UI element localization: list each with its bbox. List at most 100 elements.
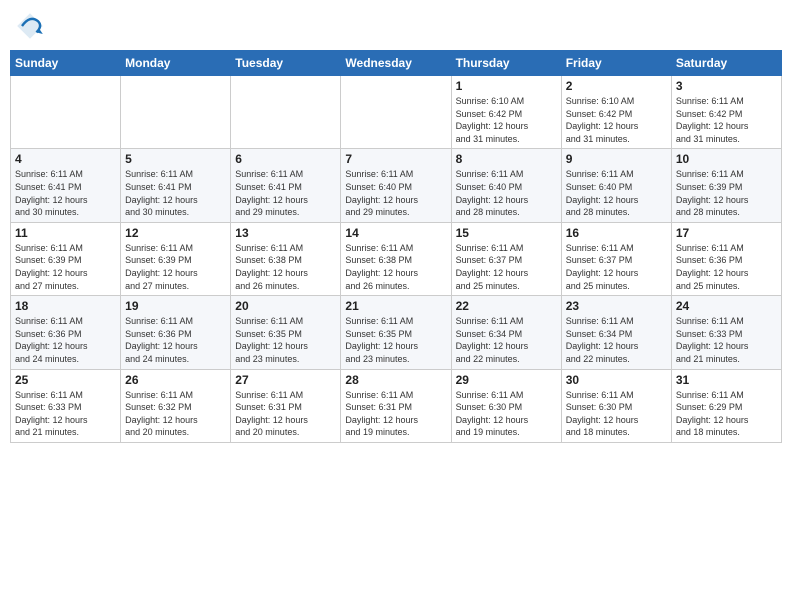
day-info: Sunrise: 6:11 AM Sunset: 6:34 PM Dayligh… [456, 315, 557, 365]
day-number: 4 [15, 152, 116, 166]
calendar-cell: 18 Sunrise: 6:11 AM Sunset: 6:36 PM Dayli… [11, 296, 121, 369]
day-number: 25 [15, 373, 116, 387]
calendar-cell [121, 76, 231, 149]
day-info: Sunrise: 6:11 AM Sunset: 6:40 PM Dayligh… [345, 168, 446, 218]
day-info: Sunrise: 6:11 AM Sunset: 6:41 PM Dayligh… [235, 168, 336, 218]
calendar-header-row: SundayMondayTuesdayWednesdayThursdayFrid… [11, 51, 782, 76]
day-number: 22 [456, 299, 557, 313]
weekday-header: Sunday [11, 51, 121, 76]
day-info: Sunrise: 6:11 AM Sunset: 6:41 PM Dayligh… [15, 168, 116, 218]
calendar-cell: 30Sunrise: 6:11 AM Sunset: 6:30 PM Dayli… [561, 369, 671, 442]
calendar-cell: 10 Sunrise: 6:11 AM Sunset: 6:39 PM Dayli… [671, 149, 781, 222]
calendar-cell: 7 Sunrise: 6:11 AM Sunset: 6:40 PM Daylig… [341, 149, 451, 222]
day-info: Sunrise: 6:11 AM Sunset: 6:37 PM Dayligh… [456, 242, 557, 292]
day-number: 17 [676, 226, 777, 240]
calendar-cell: 8 Sunrise: 6:11 AM Sunset: 6:40 PM Daylig… [451, 149, 561, 222]
day-number: 26 [125, 373, 226, 387]
day-info: Sunrise: 6:11 AM Sunset: 6:31 PM Dayligh… [345, 389, 446, 439]
day-info: Sunrise: 6:11 AM Sunset: 6:33 PM Dayligh… [15, 389, 116, 439]
day-info: Sunrise: 6:11 AM Sunset: 6:29 PM Dayligh… [676, 389, 777, 439]
day-info: Sunrise: 6:11 AM Sunset: 6:34 PM Dayligh… [566, 315, 667, 365]
calendar-cell [11, 76, 121, 149]
calendar-week-row: 25 Sunrise: 6:11 AM Sunset: 6:33 PM Dayli… [11, 369, 782, 442]
day-info: Sunrise: 6:11 AM Sunset: 6:41 PM Dayligh… [125, 168, 226, 218]
day-info: Sunrise: 6:11 AM Sunset: 6:36 PM Dayligh… [15, 315, 116, 365]
day-info: Sunrise: 6:11 AM Sunset: 6:40 PM Dayligh… [566, 168, 667, 218]
calendar-cell: 2 Sunrise: 6:10 AM Sunset: 6:42 PM Daylig… [561, 76, 671, 149]
day-number: 16 [566, 226, 667, 240]
logo [14, 10, 50, 42]
logo-icon [14, 10, 46, 42]
day-info: Sunrise: 6:11 AM Sunset: 6:42 PM Dayligh… [676, 95, 777, 145]
page-header [10, 10, 782, 42]
calendar-cell: 28Sunrise: 6:11 AM Sunset: 6:31 PM Dayli… [341, 369, 451, 442]
calendar-cell: 26 Sunrise: 6:11 AM Sunset: 6:32 PM Dayli… [121, 369, 231, 442]
day-number: 15 [456, 226, 557, 240]
day-number: 24 [676, 299, 777, 313]
calendar-cell: 23 Sunrise: 6:11 AM Sunset: 6:34 PM Dayli… [561, 296, 671, 369]
day-number: 8 [456, 152, 557, 166]
day-number: 19 [125, 299, 226, 313]
calendar-cell: 6 Sunrise: 6:11 AM Sunset: 6:41 PM Daylig… [231, 149, 341, 222]
calendar-cell [341, 76, 451, 149]
day-number: 7 [345, 152, 446, 166]
calendar-cell: 3 Sunrise: 6:11 AM Sunset: 6:42 PM Daylig… [671, 76, 781, 149]
day-info: Sunrise: 6:11 AM Sunset: 6:36 PM Dayligh… [125, 315, 226, 365]
day-number: 14 [345, 226, 446, 240]
day-info: Sunrise: 6:11 AM Sunset: 6:31 PM Dayligh… [235, 389, 336, 439]
calendar-cell: 29Sunrise: 6:11 AM Sunset: 6:30 PM Dayli… [451, 369, 561, 442]
calendar-cell: 25 Sunrise: 6:11 AM Sunset: 6:33 PM Dayli… [11, 369, 121, 442]
day-info: Sunrise: 6:11 AM Sunset: 6:35 PM Dayligh… [235, 315, 336, 365]
day-info: Sunrise: 6:11 AM Sunset: 6:36 PM Dayligh… [676, 242, 777, 292]
day-number: 27 [235, 373, 336, 387]
day-number: 6 [235, 152, 336, 166]
weekday-header: Saturday [671, 51, 781, 76]
day-number: 2 [566, 79, 667, 93]
calendar-cell: 22 Sunrise: 6:11 AM Sunset: 6:34 PM Dayli… [451, 296, 561, 369]
calendar-cell: 20Sunrise: 6:11 AM Sunset: 6:35 PM Dayli… [231, 296, 341, 369]
day-number: 1 [456, 79, 557, 93]
calendar-cell: 4 Sunrise: 6:11 AM Sunset: 6:41 PM Daylig… [11, 149, 121, 222]
calendar-cell: 5 Sunrise: 6:11 AM Sunset: 6:41 PM Daylig… [121, 149, 231, 222]
calendar-cell: 24 Sunrise: 6:11 AM Sunset: 6:33 PM Dayli… [671, 296, 781, 369]
day-number: 23 [566, 299, 667, 313]
calendar-week-row: 4 Sunrise: 6:11 AM Sunset: 6:41 PM Daylig… [11, 149, 782, 222]
day-number: 3 [676, 79, 777, 93]
calendar-cell: 15 Sunrise: 6:11 AM Sunset: 6:37 PM Dayli… [451, 222, 561, 295]
calendar-cell: 1 Sunrise: 6:10 AM Sunset: 6:42 PM Daylig… [451, 76, 561, 149]
day-info: Sunrise: 6:11 AM Sunset: 6:40 PM Dayligh… [456, 168, 557, 218]
day-info: Sunrise: 6:11 AM Sunset: 6:35 PM Dayligh… [345, 315, 446, 365]
calendar-cell: 27 Sunrise: 6:11 AM Sunset: 6:31 PM Dayli… [231, 369, 341, 442]
calendar-cell: 16 Sunrise: 6:11 AM Sunset: 6:37 PM Dayli… [561, 222, 671, 295]
weekday-header: Thursday [451, 51, 561, 76]
day-number: 31 [676, 373, 777, 387]
day-info: Sunrise: 6:11 AM Sunset: 6:32 PM Dayligh… [125, 389, 226, 439]
weekday-header: Tuesday [231, 51, 341, 76]
day-info: Sunrise: 6:11 AM Sunset: 6:39 PM Dayligh… [125, 242, 226, 292]
day-number: 21 [345, 299, 446, 313]
calendar-cell: 14 Sunrise: 6:11 AM Sunset: 6:38 PM Dayli… [341, 222, 451, 295]
calendar-cell [231, 76, 341, 149]
calendar-week-row: 18 Sunrise: 6:11 AM Sunset: 6:36 PM Dayli… [11, 296, 782, 369]
day-info: Sunrise: 6:11 AM Sunset: 6:39 PM Dayligh… [676, 168, 777, 218]
weekday-header: Friday [561, 51, 671, 76]
day-number: 5 [125, 152, 226, 166]
day-info: Sunrise: 6:11 AM Sunset: 6:37 PM Dayligh… [566, 242, 667, 292]
calendar-cell: 19 Sunrise: 6:11 AM Sunset: 6:36 PM Dayli… [121, 296, 231, 369]
day-number: 29 [456, 373, 557, 387]
day-info: Sunrise: 6:11 AM Sunset: 6:38 PM Dayligh… [345, 242, 446, 292]
day-number: 10 [676, 152, 777, 166]
day-number: 13 [235, 226, 336, 240]
day-number: 18 [15, 299, 116, 313]
calendar-cell: 12 Sunrise: 6:11 AM Sunset: 6:39 PM Dayli… [121, 222, 231, 295]
day-number: 12 [125, 226, 226, 240]
calendar-table: SundayMondayTuesdayWednesdayThursdayFrid… [10, 50, 782, 443]
day-info: Sunrise: 6:10 AM Sunset: 6:42 PM Dayligh… [566, 95, 667, 145]
day-info: Sunrise: 6:10 AM Sunset: 6:42 PM Dayligh… [456, 95, 557, 145]
day-info: Sunrise: 6:11 AM Sunset: 6:33 PM Dayligh… [676, 315, 777, 365]
calendar-cell: 21 Sunrise: 6:11 AM Sunset: 6:35 PM Dayli… [341, 296, 451, 369]
day-number: 9 [566, 152, 667, 166]
weekday-header: Wednesday [341, 51, 451, 76]
calendar-cell: 9 Sunrise: 6:11 AM Sunset: 6:40 PM Daylig… [561, 149, 671, 222]
day-info: Sunrise: 6:11 AM Sunset: 6:39 PM Dayligh… [15, 242, 116, 292]
